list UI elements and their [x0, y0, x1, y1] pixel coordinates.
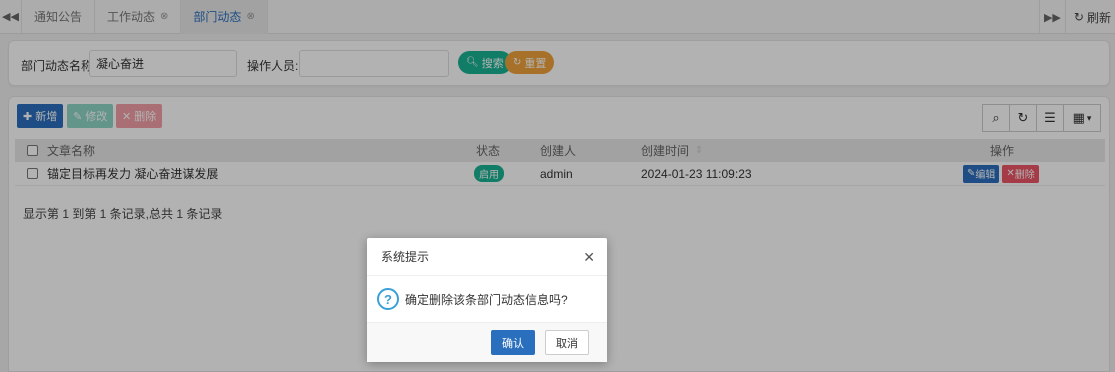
dialog-message: 确定删除该条部门动态信息吗?	[405, 292, 568, 307]
confirm-button[interactable]: 确认	[491, 330, 535, 355]
close-icon[interactable]: ✕	[583, 249, 595, 266]
question-icon: ?	[377, 288, 399, 310]
dialog-footer: 确认 取消	[367, 322, 607, 362]
cancel-button[interactable]: 取消	[545, 330, 589, 355]
dialog-header: 系统提示 ✕	[367, 238, 607, 276]
dialog-body: ? 确定删除该条部门动态信息吗?	[367, 276, 607, 322]
confirm-dialog: 系统提示 ✕ ? 确定删除该条部门动态信息吗? 确认 取消	[367, 238, 607, 362]
dialog-title: 系统提示	[381, 250, 430, 264]
